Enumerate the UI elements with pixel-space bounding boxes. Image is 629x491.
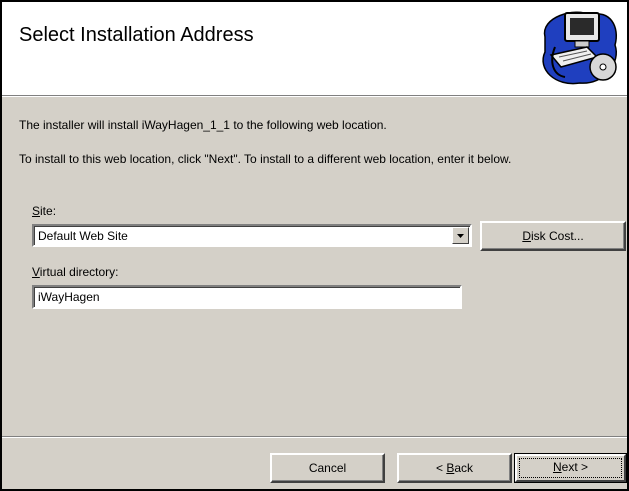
site-label: Site: — [32, 204, 56, 218]
installer-dialog: Select Installation Address The installe… — [0, 0, 629, 491]
cancel-button[interactable]: Cancel — [270, 453, 385, 483]
virtual-directory-accel: V — [32, 265, 40, 279]
next-accel: N — [552, 460, 562, 474]
virtual-directory-label-rest: irtual directory: — [39, 265, 119, 279]
next-button[interactable]: Next > — [514, 453, 627, 483]
dialog-header: Select Installation Address — [2, 2, 627, 95]
back-button[interactable]: < Back — [397, 453, 512, 483]
computer-install-icon — [542, 11, 617, 85]
back-prefix: < — [435, 461, 447, 475]
site-label-accel: S — [32, 204, 41, 218]
virtual-directory-input[interactable] — [32, 285, 462, 309]
disk-cost-rest: isk Cost... — [530, 229, 584, 243]
next-rest: ext > — [561, 460, 589, 474]
virtual-directory-label: Virtual directory: — [32, 265, 119, 279]
page-title: Select Installation Address — [19, 24, 254, 46]
site-dropdown-button[interactable] — [452, 227, 469, 244]
back-rest: ack — [454, 461, 474, 475]
footer-divider — [2, 436, 627, 438]
intro-text: The installer will install iWayHagen_1_1… — [19, 118, 387, 132]
chevron-down-icon — [457, 234, 464, 238]
site-select-value: Default Web Site — [38, 229, 128, 243]
site-label-rest: ite: — [40, 204, 57, 218]
disk-cost-button[interactable]: Disk Cost... — [480, 221, 626, 251]
next-label: Next > — [553, 460, 588, 474]
disk-cost-accel: D — [522, 229, 531, 243]
site-select[interactable]: Default Web Site — [32, 224, 472, 247]
instruction-text: To install to this web location, click "… — [19, 152, 512, 166]
header-divider — [2, 95, 627, 97]
